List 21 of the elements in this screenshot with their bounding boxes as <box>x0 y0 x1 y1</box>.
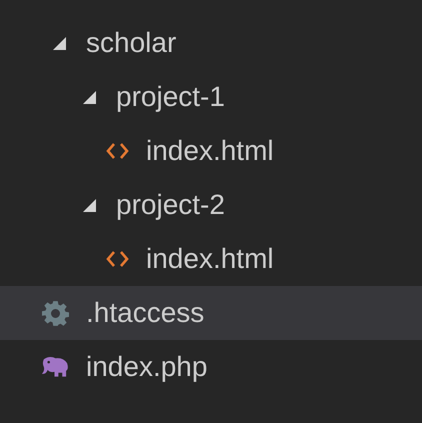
tree-item[interactable]: index.html <box>0 124 422 178</box>
tree-item-label: index.html <box>146 245 274 273</box>
tree-item[interactable]: project-2 <box>0 178 422 232</box>
expanded-triangle-icon[interactable] <box>53 36 66 50</box>
tree-item-label: project-2 <box>116 191 225 219</box>
tree-item[interactable]: project-1 <box>0 70 422 124</box>
tree-item[interactable]: .htaccess <box>0 286 422 340</box>
tree-item-label: index.html <box>146 137 274 165</box>
gear-icon <box>42 300 69 326</box>
tree-item[interactable]: index.php <box>0 340 422 394</box>
elephant-icon <box>40 356 69 378</box>
tree-item[interactable]: scholar <box>0 16 422 70</box>
expanded-triangle-icon[interactable] <box>83 198 96 212</box>
code-brackets-icon <box>106 250 129 268</box>
tree-item-label: project-1 <box>116 83 225 111</box>
tree-item-label: index.php <box>86 353 208 381</box>
tree-item-label: .htaccess <box>86 299 204 327</box>
tree-item-label: scholar <box>86 29 176 57</box>
code-brackets-icon <box>106 142 129 160</box>
tree-item[interactable]: index.html <box>0 232 422 286</box>
expanded-triangle-icon[interactable] <box>83 90 96 104</box>
